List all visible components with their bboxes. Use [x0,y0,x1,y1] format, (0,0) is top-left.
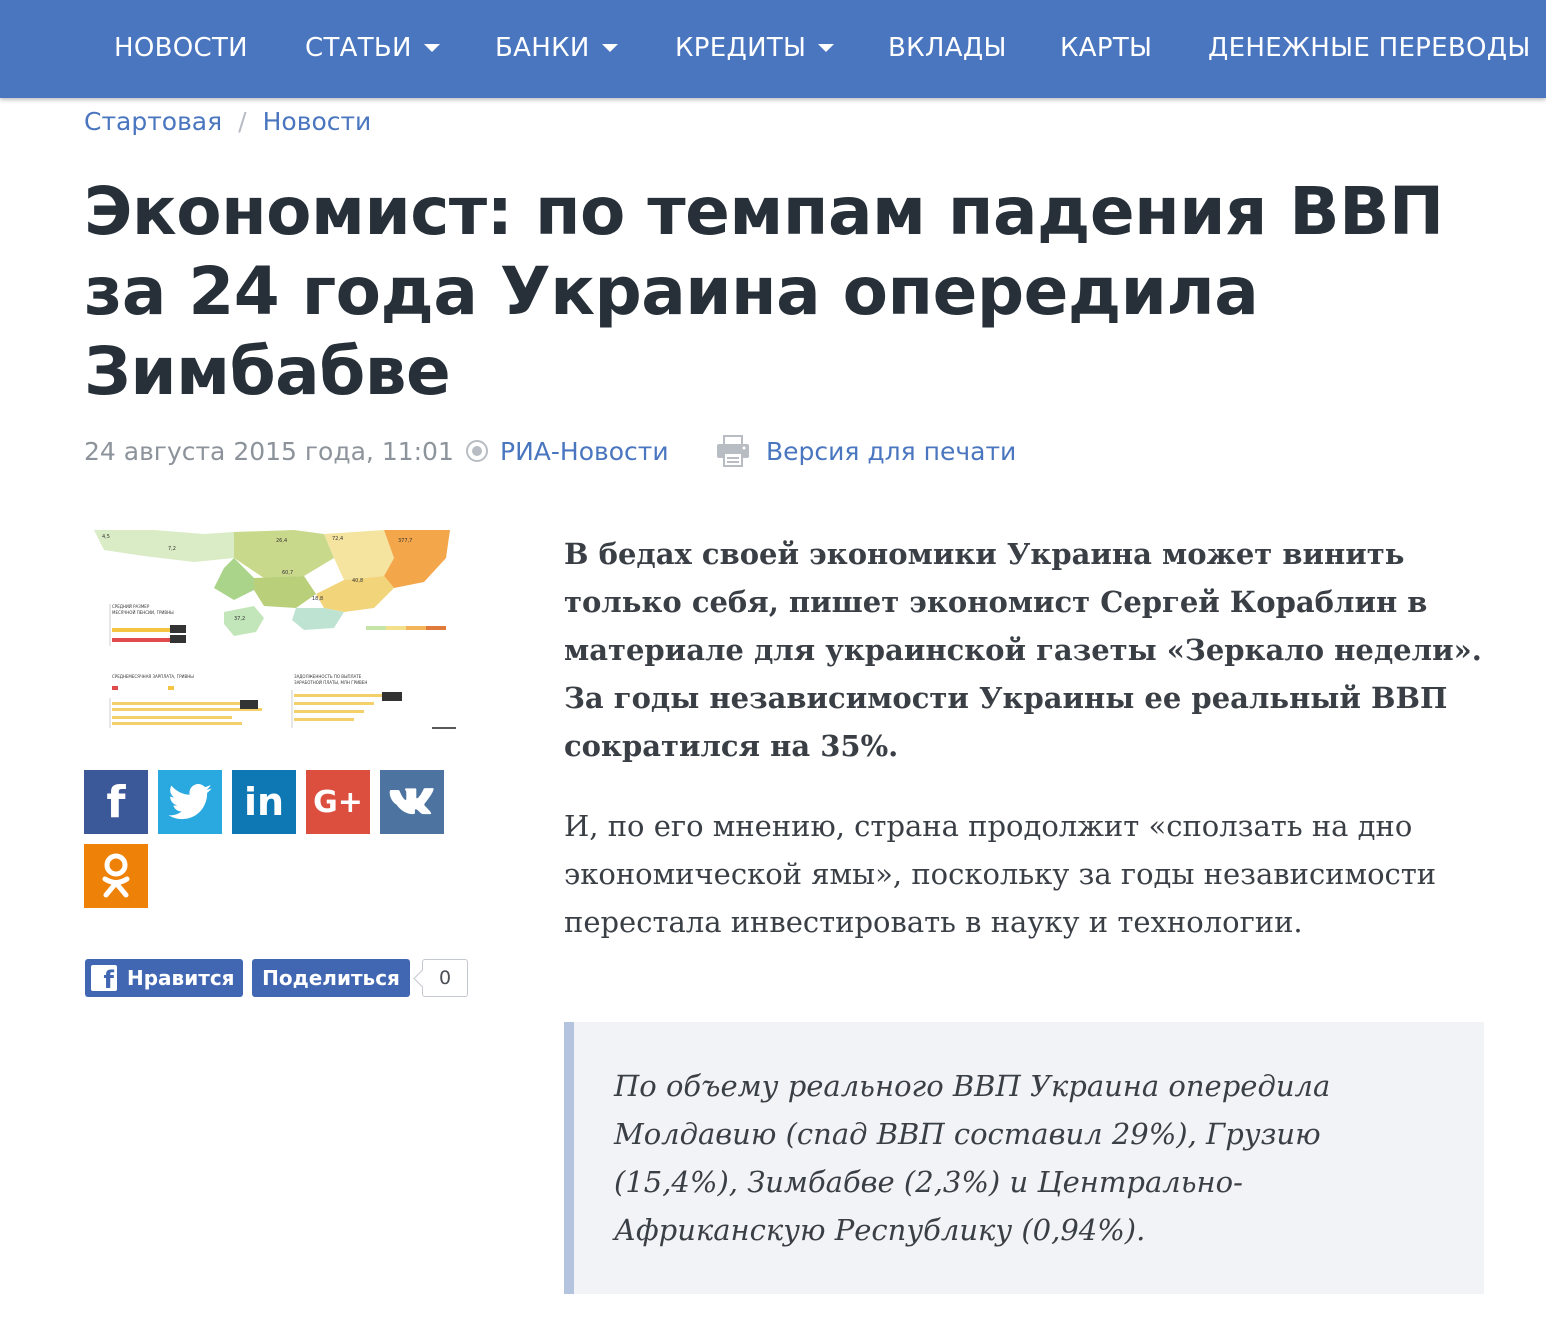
article-source-link[interactable]: РИА-Новости [466,434,669,468]
svg-text:60,7: 60,7 [282,570,293,576]
infographic-map-image: 4,5 7,2 26,4 72,4 377,7 60,7 40,8 18,8 37,2 СР… [84,528,456,734]
printer-icon [717,435,749,467]
odnoklassniki-share-button[interactable] [84,844,148,908]
page-title: Экономист: по темпам падения ВВП за 24 г… [84,173,1444,410]
nav-item-banks[interactable]: БАНКИ [495,30,618,66]
article-date: 24 августа 2015 года, 11:01 [84,436,454,466]
linkedin-icon: in [243,780,285,824]
svg-text:СРЕДНЕМЕСЯЧНАЯ ЗАРПЛАТА, ГРИВН: СРЕДНЕМЕСЯЧНАЯ ЗАРПЛАТА, ГРИВНЫ [112,674,194,679]
nav-item-articles[interactable]: СТАТЬИ [305,30,440,66]
svg-text:ЗАДОЛЖЕННОСТЬ ПО ВЫПЛАТЕ: ЗАДОЛЖЕННОСТЬ ПО ВЫПЛАТЕ [294,674,362,679]
svg-text:26,4: 26,4 [276,538,287,544]
fb-share-button[interactable]: Поделиться [252,959,410,997]
nav-item-cards[interactable]: КАРТЫ [1060,30,1152,66]
nav-item-deposits[interactable]: ВКЛАДЫ [888,30,1007,66]
google-plus-icon: G+ [313,784,363,820]
top-navigation: НОВОСТИ СТАТЬИ БАНКИ КРЕДИТЫ ВКЛАДЫ КАРТ… [0,0,1546,98]
facebook-icon: f [91,965,117,992]
fb-like-label: Нравится [127,966,235,990]
svg-text:ЗАРАБОТНОЙ ПЛАТЫ, МЛН ГРИВЕН: ЗАРАБОТНОЙ ПЛАТЫ, МЛН ГРИВЕН [294,680,367,685]
fb-share-count: 0 [422,959,468,997]
vk-icon [389,788,434,815]
svg-text:18,8: 18,8 [312,596,323,602]
svg-text:377,7: 377,7 [398,538,412,544]
nav-item-money-transfers[interactable]: ДЕНЕЖНЫЕ ПЕРЕВОДЫ [1208,30,1531,66]
google-plus-share-button[interactable]: G+ [306,770,370,834]
svg-text:72,4: 72,4 [332,536,343,542]
svg-text:СРЕДНИЙ РАЗМЕР: СРЕДНИЙ РАЗМЕР [112,604,150,609]
blockquote-text: По объему реального ВВП Украина опередил… [614,1069,1331,1247]
svg-text:4,5: 4,5 [102,534,110,540]
vk-share-button[interactable] [380,770,444,834]
nav-item-label: КАРТЫ [1060,33,1153,63]
nav-item-label: КРЕДИТЫ [675,33,807,63]
fb-share-label: Поделиться [262,966,400,990]
nav-item-label: ВКЛАДЫ [888,33,1007,63]
twitter-icon [168,784,212,820]
nav-item-credits[interactable]: КРЕДИТЫ [675,30,835,66]
article-lead: В бедах своей экономики Украина может ви… [564,537,1482,763]
linkedin-share-button[interactable]: in [232,770,296,834]
svg-text:37,2: 37,2 [234,616,245,622]
fb-share-count-value: 0 [438,967,452,989]
article-source-label: РИА-Новости [500,436,669,466]
source-icon [466,440,488,462]
chevron-down-icon [818,44,835,52]
nav-item-news[interactable]: НОВОСТИ [114,30,248,66]
facebook-share-button[interactable]: f [84,770,148,834]
facebook-icon: f [106,776,126,828]
svg-text:7,2: 7,2 [168,546,176,552]
breadcrumb-separator: / [238,106,247,136]
print-version-link[interactable]: Версия для печати [716,434,1016,468]
svg-text:МЕСЯЧНОЙ ПЕНСИИ, ГРИВНЫ: МЕСЯЧНОЙ ПЕНСИИ, ГРИВНЫ [112,610,174,615]
breadcrumb: Стартовая / Новости [84,104,371,138]
chevron-down-icon [423,44,440,52]
article-blockquote: По объему реального ВВП Украина опередил… [564,1022,1484,1294]
nav-item-label: ДЕНЕЖНЫЕ ПЕРЕВОДЫ [1208,33,1531,63]
chevron-down-icon [601,44,618,52]
nav-item-label: НОВОСТИ [114,33,248,63]
odnoklassniki-icon [102,853,130,898]
print-version-label: Версия для печати [766,436,1017,466]
breadcrumb-home-link[interactable]: Стартовая [84,107,222,136]
svg-text:40,8: 40,8 [352,578,363,584]
fb-like-button[interactable]: f Нравится [85,959,243,997]
twitter-share-button[interactable] [158,770,222,834]
article-paragraph: И, по его мнению, страна продолжит «спол… [564,809,1437,939]
nav-item-label: СТАТЬИ [305,33,412,63]
breadcrumb-news-link[interactable]: Новости [263,107,372,136]
article-image: 4,5 7,2 26,4 72,4 377,7 60,7 40,8 18,8 37,2 СР… [84,528,456,734]
nav-item-label: БАНКИ [495,33,590,63]
